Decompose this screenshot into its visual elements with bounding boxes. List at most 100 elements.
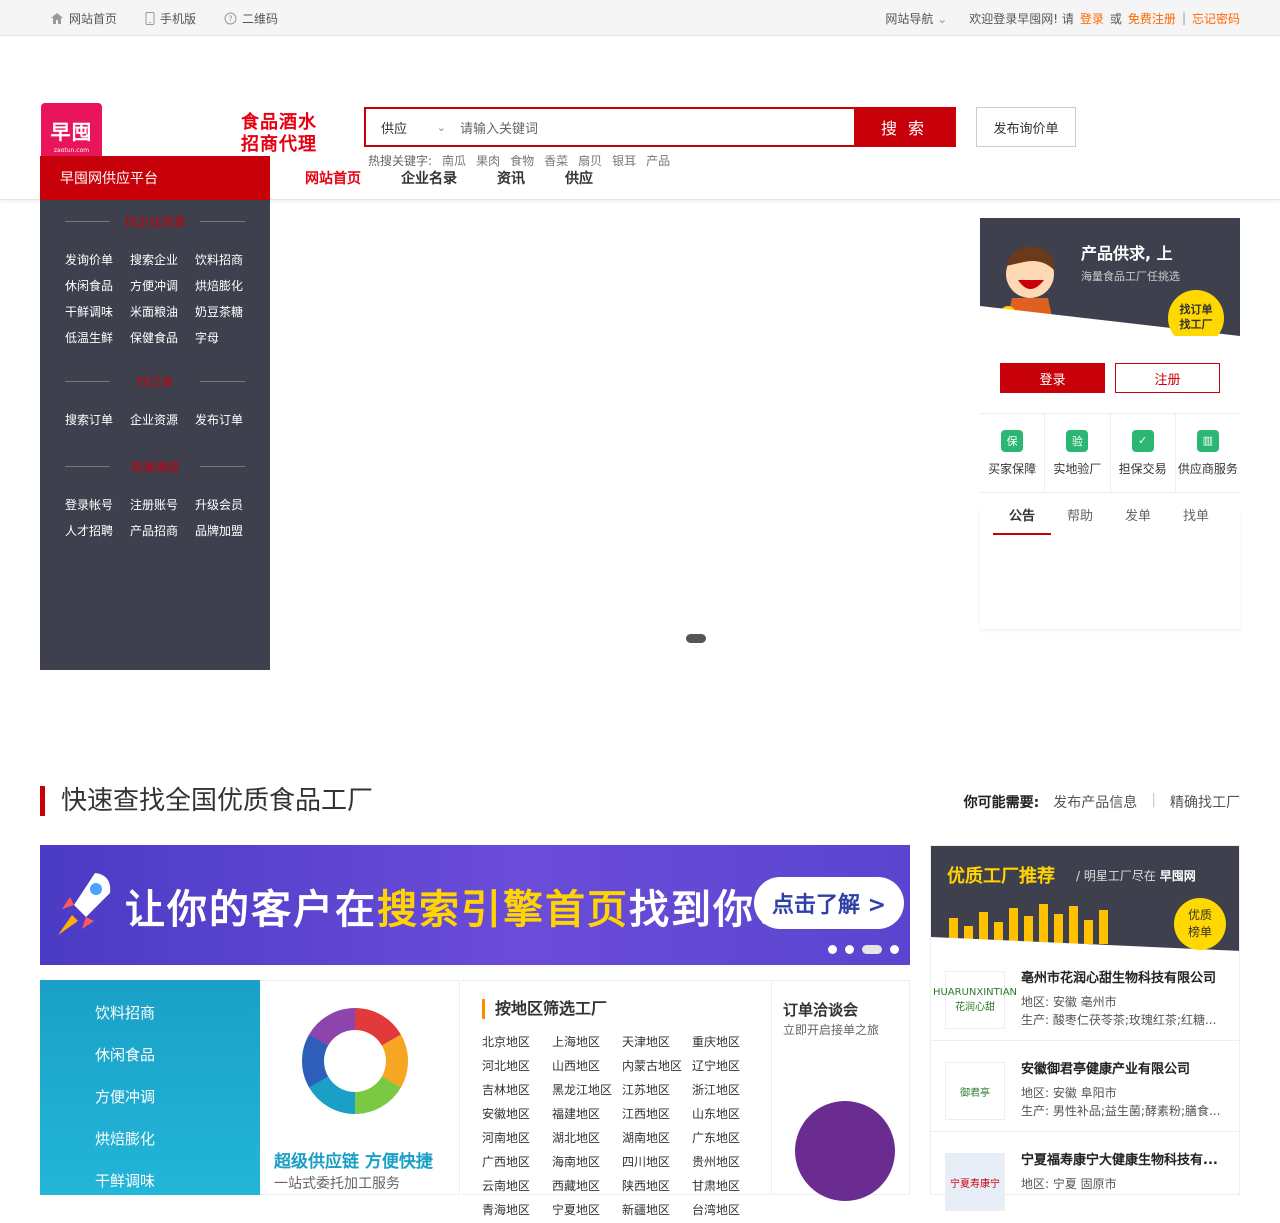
category-item[interactable]: 干鲜调味 (95, 1170, 155, 1191)
region-link[interactable]: 江苏地区 (622, 1081, 692, 1098)
login-button[interactable]: 登录 (1000, 363, 1105, 393)
ad-banner[interactable]: 让你的客户在搜索引擎首页找到你！ 点击了解 > (40, 845, 910, 965)
region-link[interactable]: 甘肃地区 (692, 1177, 762, 1194)
find-factory-link[interactable]: 精确找工厂 (1170, 792, 1240, 812)
factory-name[interactable]: 宁夏福寿康宁大健康生物科技有... (1021, 1149, 1231, 1168)
sidebar-link[interactable]: 保健食品 (130, 329, 195, 346)
order-expo-card[interactable]: 订单洽谈会 立即开启接单之旅 (773, 980, 910, 1201)
register-link[interactable]: 免费注册 (1128, 10, 1176, 27)
region-link[interactable]: 黑龙江地区 (552, 1081, 622, 1098)
pager-dot[interactable] (828, 945, 837, 954)
region-link[interactable]: 台湾地区 (692, 1201, 762, 1218)
region-link[interactable]: 河北地区 (482, 1057, 552, 1074)
service-buyer-protection[interactable]: 保 买家保障 (980, 414, 1046, 492)
sidebar-link[interactable]: 人才招聘 (65, 522, 130, 539)
sidebar-link[interactable]: 发布订单 (195, 411, 260, 428)
tab-find-order[interactable]: 找单 (1167, 507, 1225, 535)
tab-post-order[interactable]: 发单 (1109, 507, 1167, 535)
banner-cta-button[interactable]: 点击了解 > (754, 877, 904, 929)
region-link[interactable]: 广西地区 (482, 1153, 552, 1170)
category-menu-title[interactable]: 早囤网供应平台 (40, 156, 270, 200)
region-link[interactable]: 上海地区 (552, 1033, 622, 1050)
sidebar-link[interactable]: 烘焙膨化 (195, 277, 260, 294)
pager-dot[interactable] (845, 945, 854, 954)
pager-dot[interactable] (890, 945, 899, 954)
region-link[interactable]: 吉林地区 (482, 1081, 552, 1098)
publish-product-link[interactable]: 发布产品信息 (1053, 792, 1137, 812)
tab-notice[interactable]: 公告 (993, 507, 1051, 535)
site-nav-dropdown[interactable]: 网站导航 ⌄ (885, 10, 947, 27)
region-link[interactable]: 北京地区 (482, 1033, 552, 1050)
search-input[interactable]: 请输入关键词 (454, 109, 854, 145)
sidebar-link[interactable]: 企业资源 (130, 411, 195, 428)
region-link[interactable]: 广东地区 (692, 1129, 762, 1146)
sidebar-link[interactable]: 品牌加盟 (195, 522, 260, 539)
service-factory-inspection[interactable]: 验 实地验厂 (1045, 414, 1111, 492)
qrcode-link[interactable]: ? 二维码 (224, 10, 278, 27)
region-link[interactable]: 四川地区 (622, 1153, 692, 1170)
region-link[interactable]: 陕西地区 (622, 1177, 692, 1194)
region-link[interactable]: 辽宁地区 (692, 1057, 762, 1074)
factory-name[interactable]: 亳州市花润心甜生物科技有限公司 (1021, 967, 1231, 986)
sidebar-link[interactable]: 升级会员 (195, 496, 260, 513)
nav-directory[interactable]: 企业名录 (401, 168, 457, 188)
mobile-link[interactable]: 手机版 (145, 10, 196, 27)
service-escrow[interactable]: ✓ 担保交易 (1111, 414, 1176, 492)
region-link[interactable]: 山西地区 (552, 1057, 622, 1074)
tab-help[interactable]: 帮助 (1051, 507, 1109, 535)
sidebar-link[interactable]: 发询价单 (65, 251, 130, 268)
region-link[interactable]: 宁夏地区 (552, 1201, 622, 1218)
factory-item[interactable]: 御君亭 安徽御君亭健康产业有限公司 地区: 安徽 阜阳市 生产: 男性补品;益生… (931, 1042, 1239, 1132)
sidebar-link[interactable]: 产品招商 (130, 522, 195, 539)
category-item[interactable]: 饮料招商 (95, 1002, 155, 1023)
category-item[interactable]: 休闲食品 (95, 1044, 155, 1065)
pager-dot-active[interactable] (862, 945, 882, 954)
sidebar-link[interactable]: 饮料招商 (195, 251, 260, 268)
sidebar-link[interactable]: 搜索企业 (130, 251, 195, 268)
sidebar-link[interactable]: 登录帐号 (65, 496, 130, 513)
region-link[interactable]: 云南地区 (482, 1177, 552, 1194)
region-link[interactable]: 天津地区 (622, 1033, 692, 1050)
category-item[interactable]: 烘焙膨化 (95, 1128, 155, 1149)
factory-item[interactable]: 宁夏寿康宁 宁夏福寿康宁大健康生物科技有... 地区: 宁夏 固原市 (931, 1133, 1239, 1223)
home-link[interactable]: 网站首页 (50, 10, 117, 27)
sidebar-link[interactable]: 注册账号 (130, 496, 195, 513)
region-link[interactable]: 江西地区 (622, 1105, 692, 1122)
sidebar-link[interactable]: 低温生鲜 (65, 329, 130, 346)
region-link[interactable]: 河南地区 (482, 1129, 552, 1146)
sidebar-link[interactable]: 方便冲调 (130, 277, 195, 294)
region-link[interactable]: 新疆地区 (622, 1201, 692, 1218)
login-link[interactable]: 登录 (1080, 10, 1104, 27)
sidebar-link[interactable]: 字母 (195, 329, 260, 346)
factory-name[interactable]: 安徽御君亭健康产业有限公司 (1021, 1058, 1231, 1077)
forgot-password-link[interactable]: 忘记密码 (1192, 10, 1240, 27)
register-button[interactable]: 注册 (1115, 363, 1220, 393)
service-supplier[interactable]: ▥ 供应商服务 (1176, 414, 1240, 492)
factory-item[interactable]: HUARUNXINTIAN 花润心甜 亳州市花润心甜生物科技有限公司 地区: 安… (931, 951, 1239, 1041)
region-link[interactable]: 湖北地区 (552, 1129, 622, 1146)
sidebar-link[interactable]: 休闲食品 (65, 277, 130, 294)
search-type-select[interactable]: 供应 ⌄ (366, 109, 454, 145)
site-logo[interactable]: 早囤 zaotun.com (41, 103, 102, 163)
region-link[interactable]: 内蒙古地区 (622, 1057, 692, 1074)
region-link[interactable]: 重庆地区 (692, 1033, 762, 1050)
nav-news[interactable]: 资讯 (497, 168, 525, 188)
region-link[interactable]: 浙江地区 (692, 1081, 762, 1098)
nav-supply[interactable]: 供应 (565, 168, 593, 188)
region-link[interactable]: 湖南地区 (622, 1129, 692, 1146)
region-link[interactable]: 青海地区 (482, 1201, 552, 1218)
region-link[interactable]: 西藏地区 (552, 1177, 622, 1194)
supply-chain-card[interactable]: 超级供应链 方便快捷 一站式委托加工服务 (260, 980, 460, 1195)
nav-home[interactable]: 网站首页 (305, 168, 361, 188)
region-link[interactable]: 安徽地区 (482, 1105, 552, 1122)
sidebar-link[interactable]: 干鲜调味 (65, 303, 130, 320)
sidebar-link[interactable]: 奶豆茶糖 (195, 303, 260, 320)
promo-badge[interactable]: 找订单 找工厂 (1168, 290, 1224, 336)
search-button[interactable]: 搜 索 (854, 109, 954, 145)
sidebar-link[interactable]: 搜索订单 (65, 411, 130, 428)
slider-dot[interactable] (686, 634, 706, 643)
publish-inquiry-button[interactable]: 发布询价单 (976, 107, 1076, 147)
region-link[interactable]: 山东地区 (692, 1105, 762, 1122)
region-link[interactable]: 贵州地区 (692, 1153, 762, 1170)
sidebar-link[interactable]: 米面粮油 (130, 303, 195, 320)
